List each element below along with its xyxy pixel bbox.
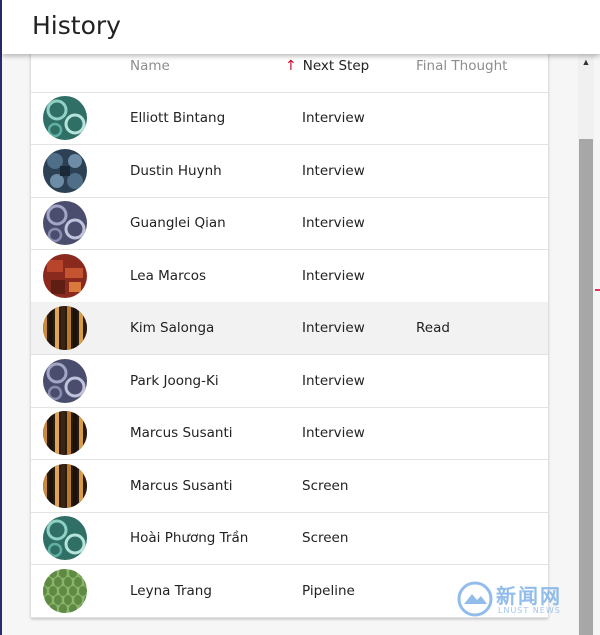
avatar bbox=[43, 358, 87, 403]
cell-next-step: Interview bbox=[302, 320, 365, 336]
cell-next-step: Interview bbox=[302, 425, 365, 441]
cell-name: Elliott Bintang bbox=[130, 110, 226, 126]
cell-next-step: Interview bbox=[302, 372, 365, 389]
avatar bbox=[43, 411, 87, 455]
watermark-logo-icon bbox=[457, 581, 493, 617]
avatar bbox=[43, 568, 87, 613]
cell-final-thought: Read bbox=[416, 320, 450, 336]
table-row[interactable]: Guanglei Qian Interview bbox=[31, 197, 548, 250]
avatar bbox=[43, 201, 87, 245]
cell-name: Lea Marcos bbox=[130, 267, 207, 284]
history-table: Name ↑ Next Step Final Thought Elliott Bi… bbox=[31, 40, 548, 618]
app-header: History bbox=[2, 0, 600, 54]
window-edge bbox=[0, 0, 2, 635]
watermark-subtext: LNUST NEWS bbox=[498, 606, 561, 615]
avatar bbox=[43, 148, 87, 193]
vertical-scrollbar[interactable]: ▲ bbox=[578, 54, 594, 635]
column-header-name[interactable]: Name bbox=[130, 58, 170, 74]
table-row[interactable]: Marcus Susanti Interview bbox=[31, 407, 548, 460]
column-header-next-step[interactable]: ↑ Next Step bbox=[285, 58, 369, 74]
page-title: History bbox=[32, 11, 121, 40]
cell-next-step: Screen bbox=[302, 530, 349, 546]
column-header-final-thought[interactable]: Final Thought bbox=[416, 58, 507, 74]
avatar bbox=[43, 463, 87, 508]
cell-name: Marcus Susanti bbox=[130, 477, 233, 494]
table-row[interactable]: Hoài Phương Trần Screen bbox=[31, 512, 548, 565]
cell-name: Marcus Susanti bbox=[130, 425, 233, 441]
cell-name: Kim Salonga bbox=[130, 320, 215, 336]
cell-name: Leyna Trang bbox=[130, 582, 212, 599]
cell-next-step: Interview bbox=[302, 110, 365, 126]
cell-next-step: Interview bbox=[302, 215, 365, 231]
table-row[interactable]: Marcus Susanti Screen bbox=[31, 460, 548, 513]
table-row[interactable]: Dustin Huynh Interview bbox=[31, 145, 548, 198]
cell-name: Hoài Phương Trần bbox=[130, 530, 249, 546]
table-row[interactable]: Elliott Bintang Interview bbox=[31, 92, 548, 145]
scroll-up-arrow-icon[interactable]: ▲ bbox=[578, 54, 594, 70]
table-row[interactable]: Kim Salonga Interview Read bbox=[31, 302, 548, 355]
watermark-text: 新闻网 bbox=[496, 584, 562, 608]
table-row[interactable]: Lea Marcos Interview bbox=[31, 250, 548, 303]
cell-next-step: Interview bbox=[302, 162, 365, 179]
table-row[interactable]: Park Joong-Ki Interview bbox=[31, 355, 548, 408]
edge-marker bbox=[595, 289, 600, 291]
news-watermark: 新闻网 LNUST NEWS bbox=[456, 580, 566, 620]
arrow-up-icon: ↑ bbox=[285, 58, 297, 74]
avatar bbox=[43, 253, 87, 298]
cell-next-step: Interview bbox=[302, 267, 365, 284]
cell-name: Park Joong-Ki bbox=[130, 372, 219, 389]
avatar bbox=[43, 96, 87, 140]
cell-next-step: Screen bbox=[302, 477, 349, 494]
avatar bbox=[43, 516, 87, 560]
cell-name: Dustin Huynh bbox=[130, 162, 222, 179]
scroll-thumb[interactable] bbox=[579, 139, 593, 635]
column-header-next-step-label: Next Step bbox=[302, 58, 370, 74]
cell-next-step: Pipeline bbox=[302, 582, 355, 599]
avatar bbox=[43, 306, 87, 350]
cell-name: Guanglei Qian bbox=[130, 215, 226, 231]
